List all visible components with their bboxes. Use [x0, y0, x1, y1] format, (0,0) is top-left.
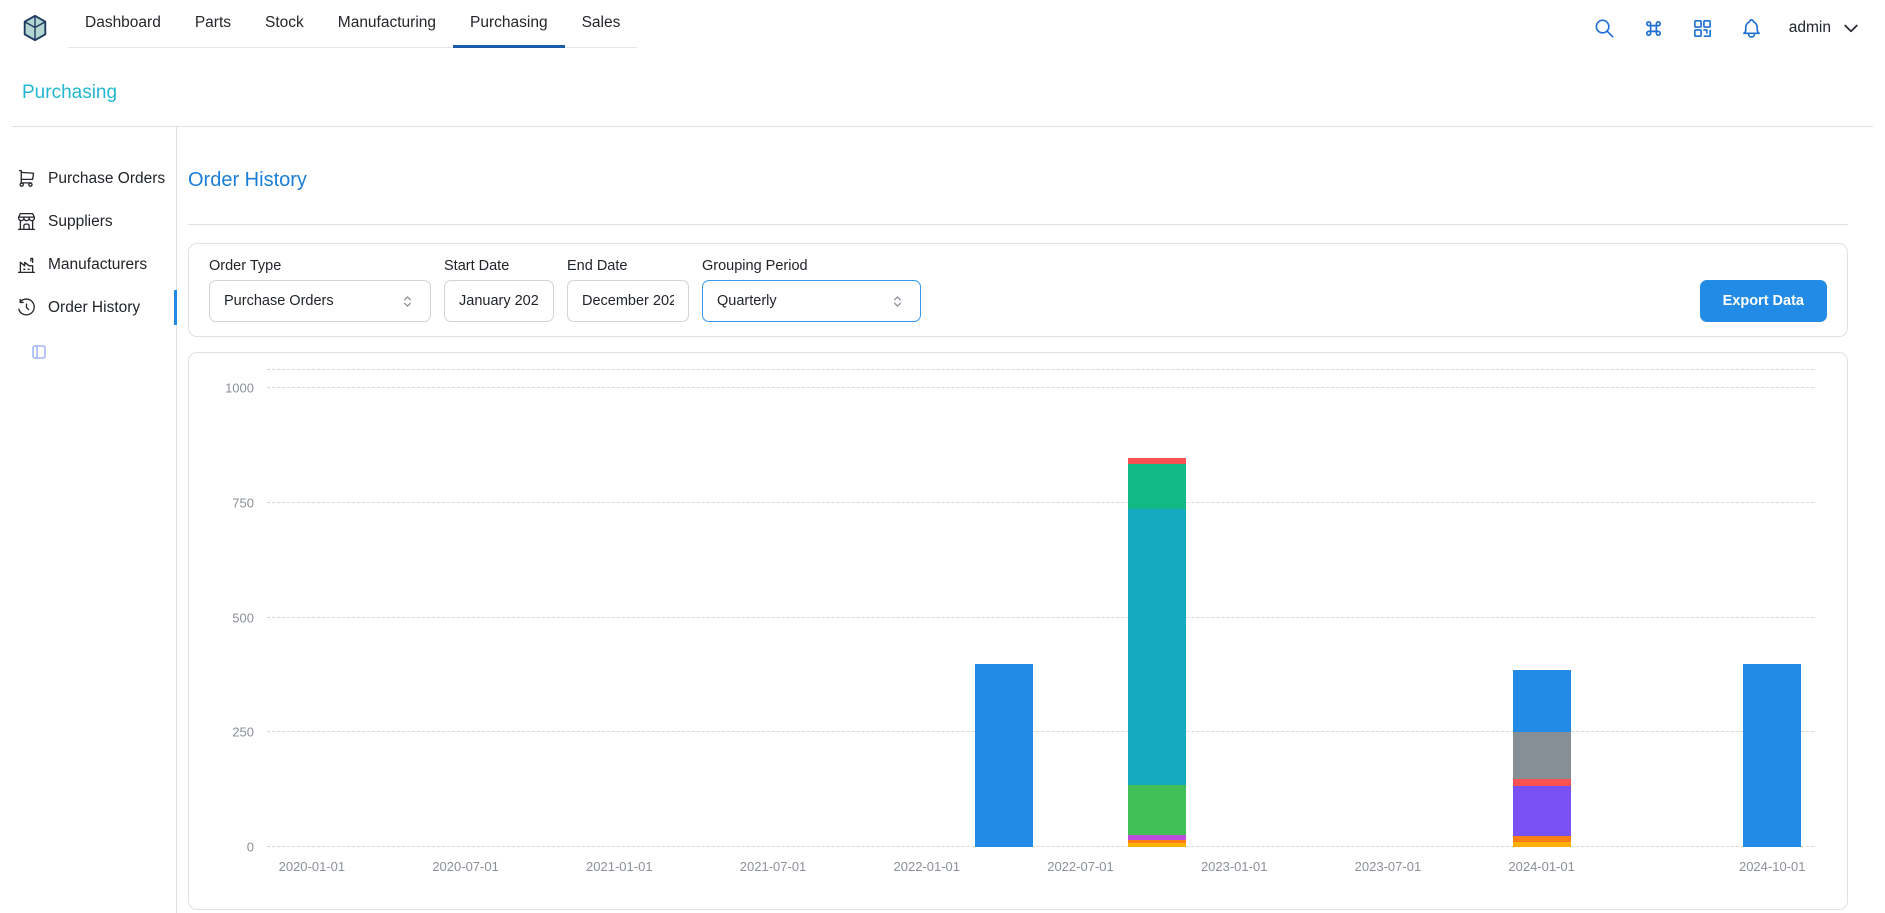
- grouping-period-select[interactable]: Quarterly: [702, 280, 921, 322]
- filter-panel: Order Type Purchase Orders Start Date En…: [188, 243, 1848, 337]
- main-nav-tabs: Dashboard Parts Stock Manufacturing Purc…: [68, 0, 637, 48]
- sidebar-item-purchase-orders[interactable]: Purchase Orders: [0, 157, 176, 200]
- sidebar-item-suppliers[interactable]: Suppliers: [0, 200, 176, 243]
- tab-dashboard[interactable]: Dashboard: [68, 0, 178, 48]
- bar-segment: [1513, 786, 1571, 836]
- x-axis-tick-label: 2023-07-01: [1355, 859, 1422, 874]
- chevron-updown-icon: [399, 293, 416, 310]
- end-date-input[interactable]: [567, 280, 689, 322]
- sidebar-collapse-icon[interactable]: [30, 343, 48, 361]
- stacked-bar[interactable]: [1743, 664, 1801, 847]
- x-axis-tick-label: 2021-07-01: [740, 859, 807, 874]
- bar-segment: [1128, 509, 1186, 784]
- bar-segment: [1743, 664, 1801, 847]
- y-axis-tick-label: 1000: [225, 381, 254, 396]
- shopping-cart-icon: [16, 168, 37, 189]
- order-type-label: Order Type: [209, 258, 431, 274]
- grouping-period-value: Quarterly: [717, 293, 777, 309]
- navbar-actions: admin: [1593, 17, 1861, 40]
- bar-segment: [1128, 785, 1186, 835]
- sidebar-item-label: Manufacturers: [48, 256, 147, 274]
- notifications-bell-icon[interactable]: [1740, 17, 1763, 40]
- grouping-period-field: Grouping Period Quarterly: [702, 258, 921, 322]
- y-axis-tick-label: 0: [247, 840, 254, 855]
- tab-stock[interactable]: Stock: [248, 0, 321, 48]
- x-axis-tick-label: 2020-07-01: [432, 859, 499, 874]
- stacked-bar[interactable]: [1128, 458, 1186, 847]
- user-menu[interactable]: admin: [1789, 18, 1861, 38]
- x-axis-tick-label: 2024-10-01: [1739, 859, 1806, 874]
- sidebar-item-label: Purchase Orders: [48, 170, 165, 188]
- command-palette-icon[interactable]: [1642, 17, 1665, 40]
- start-date-field: Start Date: [444, 258, 554, 322]
- breadcrumb-purchasing[interactable]: Purchasing: [22, 82, 117, 103]
- x-axis-tick-label: 2022-07-01: [1047, 859, 1114, 874]
- content-area: Purchase Orders Suppliers Manufacturers …: [0, 127, 1885, 913]
- order-type-select[interactable]: Purchase Orders: [209, 280, 431, 322]
- app-logo-icon[interactable]: [20, 13, 50, 43]
- search-icon[interactable]: [1593, 17, 1616, 40]
- sidebar-item-manufacturers[interactable]: Manufacturers: [0, 243, 176, 286]
- order-history-panel: Order History Order Type Purchase Orders…: [177, 127, 1885, 913]
- y-gridline: [267, 846, 1814, 847]
- start-date-input[interactable]: [444, 280, 554, 322]
- tab-sales[interactable]: Sales: [565, 0, 638, 48]
- y-gridline: [267, 387, 1814, 388]
- export-data-button[interactable]: Export Data: [1700, 280, 1827, 322]
- breadcrumb: Purchasing: [12, 56, 1873, 127]
- bar-segment: [1128, 464, 1186, 510]
- chevron-updown-icon: [889, 293, 906, 310]
- page-title: Order History: [188, 169, 1848, 192]
- bar-segment: [1513, 670, 1571, 731]
- building-store-icon: [16, 211, 37, 232]
- purchasing-sidebar: Purchase Orders Suppliers Manufacturers …: [0, 127, 177, 913]
- grouping-period-label: Grouping Period: [702, 258, 921, 274]
- stacked-bar[interactable]: [975, 664, 1033, 847]
- username-label: admin: [1789, 19, 1831, 37]
- stacked-bar[interactable]: [1513, 670, 1571, 847]
- barcode-scan-icon[interactable]: [1691, 17, 1714, 40]
- sidebar-item-order-history[interactable]: Order History: [0, 286, 176, 329]
- chart-top-gridline: [267, 369, 1814, 370]
- end-date-field: End Date: [567, 258, 689, 322]
- chart-plot: 025050075010002020-01-012020-07-012021-0…: [267, 370, 1814, 847]
- order-type-value: Purchase Orders: [224, 293, 334, 309]
- x-axis-tick-label: 2024-01-01: [1508, 859, 1575, 874]
- x-axis-tick-label: 2022-01-01: [894, 859, 961, 874]
- x-axis-tick-label: 2020-01-01: [279, 859, 346, 874]
- tab-parts[interactable]: Parts: [178, 0, 248, 48]
- order-history-chart-card: 0 250 500 750 1000 2020-01-01 2020-07-01 2021-0…: [188, 352, 1848, 910]
- y-axis-tick-label: 250: [232, 725, 254, 740]
- start-date-label: Start Date: [444, 258, 554, 274]
- end-date-label: End Date: [567, 258, 689, 274]
- bar-segment: [1513, 779, 1571, 786]
- bar-segment: [975, 664, 1033, 847]
- sidebar-item-label: Order History: [48, 299, 140, 317]
- y-gridline: [267, 731, 1814, 732]
- history-clock-icon: [16, 297, 37, 318]
- order-type-field: Order Type Purchase Orders: [209, 258, 431, 322]
- tab-purchasing[interactable]: Purchasing: [453, 0, 565, 48]
- factory-icon: [16, 254, 37, 275]
- y-gridline: [267, 502, 1814, 503]
- tab-manufacturing[interactable]: Manufacturing: [321, 0, 453, 48]
- bar-segment: [1128, 843, 1186, 847]
- chevron-down-icon: [1841, 18, 1861, 38]
- y-gridline: [267, 617, 1814, 618]
- bar-segment: [1513, 842, 1571, 847]
- x-axis-tick-label: 2023-01-01: [1201, 859, 1268, 874]
- top-navbar: Dashboard Parts Stock Manufacturing Purc…: [0, 0, 1885, 56]
- x-axis-tick-label: 2021-01-01: [586, 859, 653, 874]
- y-axis-tick-label: 750: [232, 496, 254, 511]
- title-divider: [188, 224, 1848, 225]
- sidebar-item-label: Suppliers: [48, 213, 113, 231]
- y-axis-tick-label: 500: [232, 610, 254, 625]
- bar-segment: [1513, 732, 1571, 779]
